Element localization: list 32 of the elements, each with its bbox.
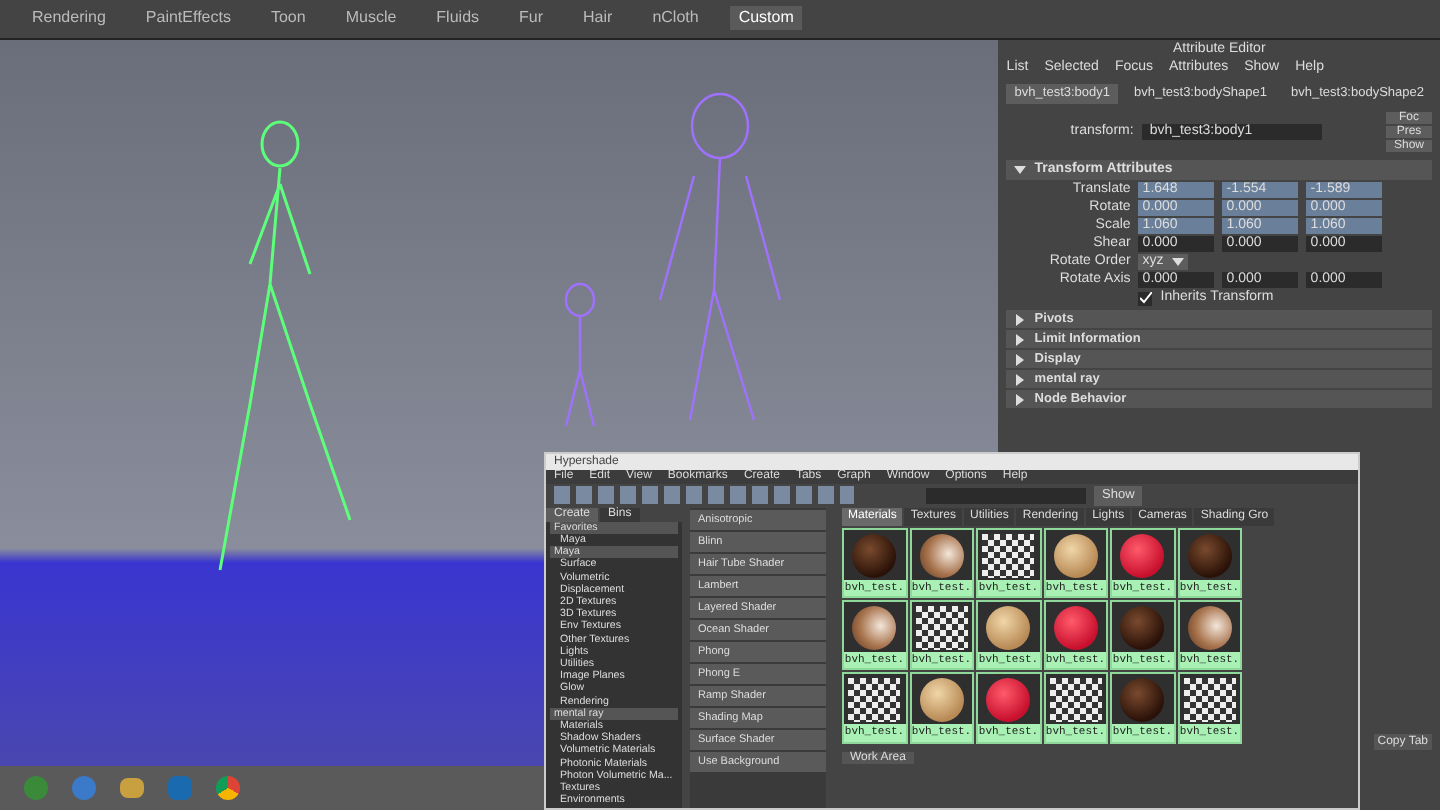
caret-down-icon (1014, 164, 1027, 176)
caret-down-icon (1171, 256, 1184, 268)
material-swatch (1053, 533, 1098, 578)
shelf-tab[interactable]: nCloth (644, 6, 707, 30)
material-swatch (919, 533, 964, 578)
material-swatch (1187, 533, 1232, 578)
shelf-tab[interactable]: Toon (262, 6, 314, 30)
shelf-tab[interactable]: Hair (575, 6, 621, 30)
shelf-tab[interactable]: PaintEffects (137, 6, 239, 30)
shelf-tab[interactable]: Rendering (24, 6, 114, 30)
material-swatch (986, 678, 1031, 723)
material-swatch (1049, 678, 1102, 723)
material-swatch (852, 533, 897, 578)
material-swatch (848, 678, 901, 723)
material-swatch (1187, 606, 1232, 650)
material-swatch (986, 606, 1031, 650)
checkbox[interactable] (1138, 291, 1153, 305)
material-swatch (852, 606, 897, 650)
shelf-tab[interactable]: Fur (511, 6, 552, 30)
material-swatch (1120, 678, 1165, 723)
shelf-tab[interactable]: Custom (730, 6, 802, 30)
shelf-tab[interactable]: Muscle (337, 6, 405, 30)
material-swatch (915, 606, 968, 650)
shelf-tab[interactable]: Fluids (428, 6, 488, 30)
material-swatch (982, 533, 1035, 578)
material-swatch (1183, 678, 1236, 723)
check-icon (1139, 292, 1152, 304)
material-swatch (919, 678, 964, 723)
material-swatch (1120, 533, 1165, 578)
material-swatch (1053, 606, 1098, 650)
search-field[interactable] (926, 487, 1086, 504)
material-swatch (1120, 606, 1165, 650)
